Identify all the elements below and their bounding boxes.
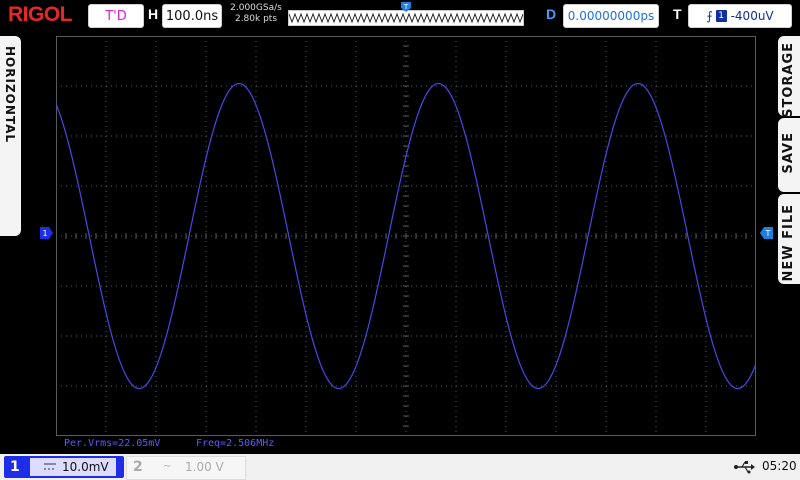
timebase-value[interactable]: 100.0ns <box>162 4 222 28</box>
save-label: SAVE <box>781 132 796 174</box>
memory-depth: 2.80k pts <box>234 14 278 24</box>
trigger-label: T <box>673 6 682 22</box>
dc-coupling-icon <box>44 463 56 470</box>
memory-overview-waveform <box>289 12 523 24</box>
acquisition-info: 2.000GSa/s 2.80k pts <box>228 3 284 25</box>
ch1-offset-marker[interactable]: 1 <box>40 227 54 239</box>
top-status-bar: RIGOL T'D H 100.0ns 2.000GSa/s 2.80k pts… <box>0 0 800 30</box>
sample-rate: 2.000GSa/s <box>230 3 282 13</box>
bottom-channel-bar: 1 10.0mV 2 ∼ 1.00 V 05:20 <box>0 454 800 480</box>
rising-edge-icon: ⨍ <box>706 9 713 23</box>
ch1-scale-box: 10.0mV <box>30 458 116 476</box>
ch1-marker-label: 1 <box>42 229 47 238</box>
waveform-grid <box>55 35 757 437</box>
trigger-settings[interactable]: ⨍ 1 -400uV <box>688 4 792 28</box>
ac-coupling-icon: ∼ <box>163 461 172 472</box>
storage-label: STORAGE <box>781 42 796 118</box>
ch2-settings[interactable]: 2 ∼ 1.00 V <box>126 456 246 480</box>
system-clock: 05:20 <box>762 459 797 473</box>
brand-logo: RIGOL <box>8 3 73 26</box>
trigger-level-value: -400uV <box>730 9 774 23</box>
new-file-label: NEW FILE <box>781 204 796 282</box>
new-file-button[interactable]: NEW FILE <box>778 194 800 284</box>
storage-menu-tab[interactable]: STORAGE <box>778 36 800 118</box>
trigger-level-marker[interactable]: T <box>759 227 773 239</box>
waveform-display[interactable] <box>55 35 757 437</box>
ch1-number: 1 <box>10 459 20 475</box>
ch1-scale-value: 10.0mV <box>62 460 109 474</box>
delay-value[interactable]: 0.00000000ps <box>563 4 659 28</box>
save-button[interactable]: SAVE <box>778 118 800 192</box>
trigger-position-marker-top[interactable]: T <box>400 1 412 13</box>
horizontal-menu-label: HORIZONTAL <box>3 46 17 144</box>
delay-label: D <box>546 6 557 22</box>
ch2-number: 2 <box>133 459 143 475</box>
trigger-marker-letter: T <box>403 3 409 11</box>
trigger-source-badge: 1 <box>715 10 727 22</box>
measurement-frequency: Freq=2.506MHz <box>196 438 275 449</box>
usb-icon <box>734 461 755 474</box>
ch2-scale-value: 1.00 V <box>185 460 224 474</box>
horizontal-menu-tab[interactable]: HORIZONTAL <box>0 36 21 236</box>
measurement-vrms: Per.Vrms=22.05mV <box>64 438 161 449</box>
horizontal-label: H <box>148 6 159 22</box>
ch1-settings[interactable]: 1 10.0mV <box>4 456 124 478</box>
run-state-badge[interactable]: T'D <box>88 4 144 28</box>
trigger-level-marker-label: T <box>765 229 771 238</box>
